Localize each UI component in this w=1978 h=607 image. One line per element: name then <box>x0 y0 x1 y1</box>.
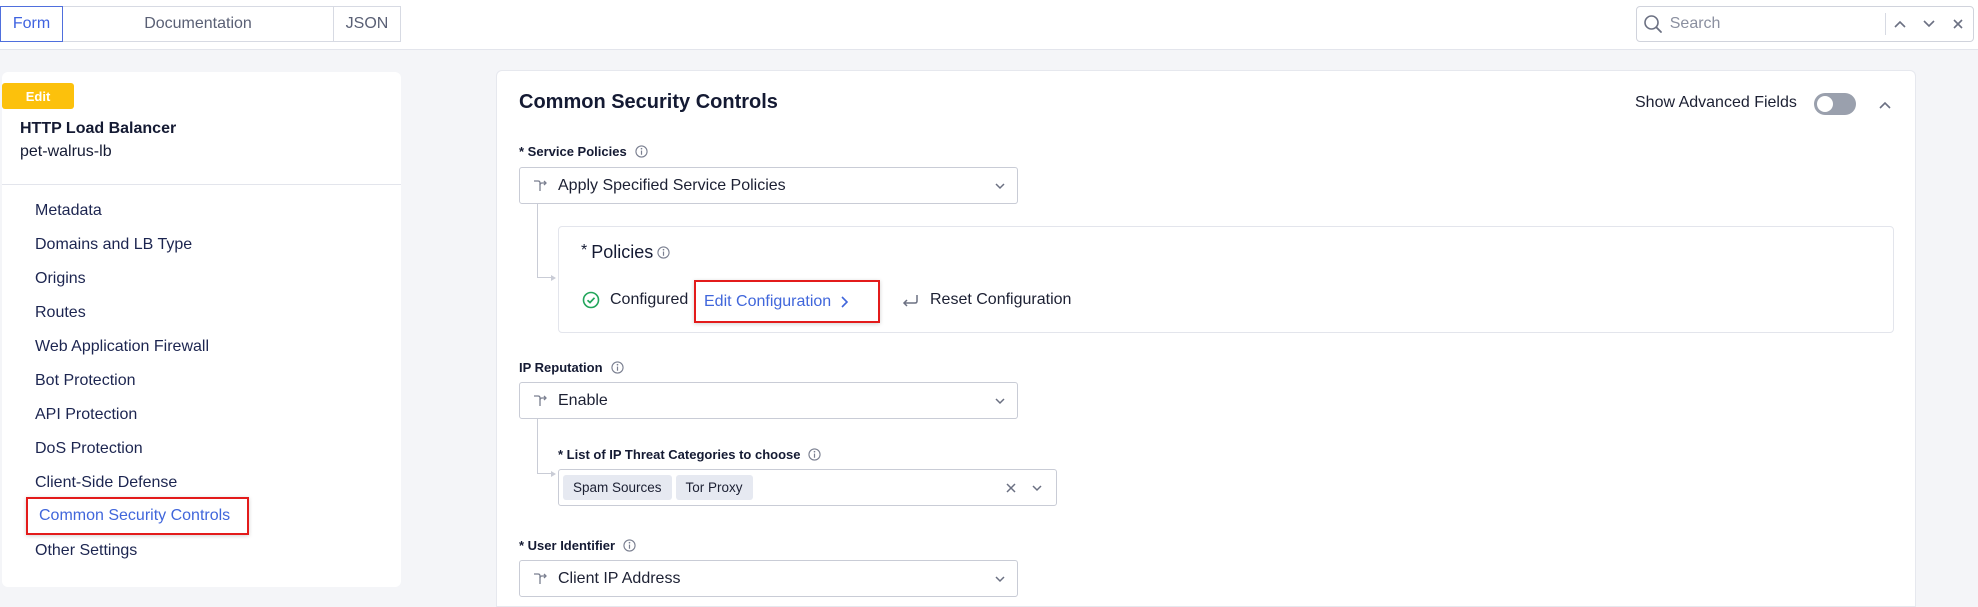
connector-arrow-icon <box>551 275 556 281</box>
sidebar-item-waf[interactable]: Web Application Firewall <box>35 336 209 358</box>
show-advanced-toggle[interactable] <box>1814 93 1856 115</box>
threat-categories-label: * List of IP Threat Categories to choose <box>558 447 822 462</box>
reset-configuration-label: Reset Configuration <box>930 291 1072 308</box>
sidebar-item-other-settings[interactable]: Other Settings <box>35 540 137 562</box>
collapse-section-button[interactable] <box>1874 94 1896 116</box>
search-icon <box>1637 7 1670 41</box>
policies-title: * Policies <box>581 242 670 263</box>
ip-reputation-select[interactable]: Enable <box>519 382 1018 419</box>
tab-documentation[interactable]: Documentation <box>62 6 334 42</box>
close-icon[interactable] <box>1944 7 1973 41</box>
choice-icon <box>532 178 550 194</box>
chip-spam-sources[interactable]: Spam Sources <box>563 475 672 500</box>
chevron-down-icon <box>983 395 1017 407</box>
edit-configuration-label: Edit Configuration <box>704 292 832 310</box>
info-icon[interactable] <box>610 361 624 374</box>
user-identifier-label: * User Identifier <box>519 538 636 553</box>
reset-icon <box>902 295 918 307</box>
policies-title-text: Policies <box>591 242 654 262</box>
sidebar-divider <box>2 184 401 185</box>
sidebar-item-client-side-defense[interactable]: Client-Side Defense <box>35 472 177 494</box>
choice-icon <box>532 393 550 409</box>
chevron-up-icon[interactable] <box>1886 7 1915 41</box>
sidebar-item-origins[interactable]: Origins <box>35 268 86 290</box>
ip-reputation-label: IP Reputation <box>519 360 624 375</box>
check-circle-icon <box>582 291 600 309</box>
view-tabs: Form Documentation JSON <box>0 6 401 42</box>
service-policies-select[interactable]: Apply Specified Service Policies <box>519 167 1018 204</box>
chevron-right-icon <box>841 295 849 308</box>
sidebar-item-metadata[interactable]: Metadata <box>35 200 102 222</box>
chevron-down-icon[interactable] <box>1024 473 1050 503</box>
chevron-up-icon <box>1879 101 1891 109</box>
info-icon[interactable] <box>808 448 822 461</box>
policies-status-text: Configured <box>610 291 689 308</box>
show-advanced-label: Show Advanced Fields <box>1635 94 1797 111</box>
chip-tor-proxy[interactable]: Tor Proxy <box>675 475 753 500</box>
info-icon[interactable] <box>657 246 670 259</box>
object-type: HTTP Load Balancer <box>20 120 177 137</box>
chevron-down-icon <box>983 573 1017 585</box>
chevron-down-icon <box>983 180 1017 192</box>
toggle-knob <box>1817 96 1833 112</box>
sidebar-item-common-security-controls[interactable]: Common Security Controls <box>26 497 249 535</box>
tab-form[interactable]: Form <box>0 6 63 42</box>
connector-arrow-icon <box>551 471 556 477</box>
threat-categories-label-text: * List of IP Threat Categories to choose <box>558 447 801 462</box>
edit-configuration-button[interactable]: Edit Configuration <box>694 280 880 323</box>
tree-connector <box>537 419 553 474</box>
clear-icon[interactable] <box>998 473 1024 503</box>
tree-connector <box>537 204 553 278</box>
user-identifier-label-text: * User Identifier <box>519 538 616 553</box>
chevron-down-icon[interactable] <box>1915 7 1944 41</box>
policies-status: Configured <box>582 291 688 309</box>
choice-icon <box>532 571 550 587</box>
info-icon[interactable] <box>635 145 648 158</box>
sidebar-item-dos-protection[interactable]: DoS Protection <box>35 438 143 460</box>
form-section <box>496 70 1916 607</box>
required-marker: * <box>581 241 588 259</box>
reset-configuration-button[interactable]: Reset Configuration <box>900 291 1071 309</box>
sidebar-item-api-protection[interactable]: API Protection <box>35 404 137 426</box>
section-title: Common Security Controls <box>519 91 778 113</box>
tab-json[interactable]: JSON <box>333 6 401 42</box>
mode-badge: Edit <box>2 83 74 109</box>
sidebar-item-bot-protection[interactable]: Bot Protection <box>35 370 136 392</box>
service-policies-label-text: * Service Policies <box>519 144 627 159</box>
threat-categories-select[interactable]: Spam Sources Tor Proxy <box>558 469 1057 506</box>
search-box <box>1636 6 1974 42</box>
user-identifier-select[interactable]: Client IP Address <box>519 560 1018 597</box>
sidebar-item-domains[interactable]: Domains and LB Type <box>35 234 192 256</box>
ip-reputation-label-text: IP Reputation <box>519 360 603 375</box>
user-identifier-value: Client IP Address <box>558 569 681 587</box>
sidebar-item-routes[interactable]: Routes <box>35 302 86 324</box>
object-name: pet-walrus-lb <box>20 143 112 160</box>
ip-reputation-value: Enable <box>558 391 608 409</box>
service-policies-value: Apply Specified Service Policies <box>558 176 786 194</box>
service-policies-label: * Service Policies <box>519 144 648 159</box>
search-input[interactable] <box>1669 15 1877 33</box>
info-icon[interactable] <box>623 539 636 552</box>
